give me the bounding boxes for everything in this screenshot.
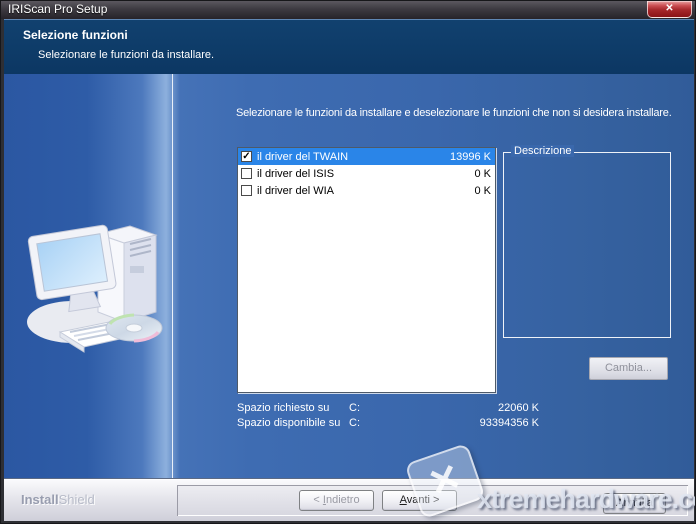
feature-size: 0 K <box>474 168 491 180</box>
space-required-label: Spazio richiesto su <box>237 402 349 414</box>
space-available-drive: C: <box>349 417 360 429</box>
change-button[interactable]: Cambia... <box>589 357 668 380</box>
checkbox-unchecked-icon[interactable] <box>241 168 252 179</box>
description-group-label: Descrizione <box>511 145 574 157</box>
feature-size: 0 K <box>474 185 491 197</box>
back-button[interactable]: < Indietro <box>299 490 374 511</box>
space-required-value: 22060 K <box>498 402 539 414</box>
back-button-prefix: < <box>313 494 322 506</box>
checkbox-checked-icon[interactable]: ✓ <box>241 151 252 162</box>
close-button[interactable]: ✕ <box>647 1 692 18</box>
installshield-brand: InstallShield <box>21 492 95 507</box>
page-title: Selezione funzioni <box>23 28 128 42</box>
computer-illustration-icon <box>18 204 172 366</box>
feature-listbox[interactable]: ✓ il driver del TWAIN 13996 K il driver … <box>237 147 496 393</box>
space-available-row: Spazio disponibile su C: 93394356 K <box>237 415 539 430</box>
feature-row-wia[interactable]: il driver del WIA 0 K <box>238 182 495 199</box>
wizard-header: Selezione funzioni Selezionare le funzio… <box>4 19 694 74</box>
space-required-drive: C: <box>349 402 360 414</box>
space-available-value: 93394356 K <box>480 417 539 429</box>
next-button-accel: A <box>400 494 407 506</box>
feature-row-isis[interactable]: il driver del ISIS 0 K <box>238 165 495 182</box>
titlebar[interactable]: IRIScan Pro Setup ✕ <box>1 1 696 19</box>
space-required-row: Spazio richiesto su C: 22060 K <box>237 400 539 415</box>
next-button-rest: vanti > <box>407 494 440 506</box>
feature-label: il driver del WIA <box>257 185 334 197</box>
feature-row-twain[interactable]: ✓ il driver del TWAIN 13996 K <box>238 148 495 165</box>
checkbox-unchecked-icon[interactable] <box>241 185 252 196</box>
setup-window: IRIScan Pro Setup ✕ Selezione funzioni S… <box>0 0 696 524</box>
window-title: IRIScan Pro Setup <box>8 2 107 16</box>
close-icon: ✕ <box>665 3 673 14</box>
space-available-label: Spazio disponibile su <box>237 417 349 429</box>
disk-space-info: Spazio richiesto su C: 22060 K Spazio di… <box>237 400 539 430</box>
wizard-body: Selezionare le funzioni da installare e … <box>4 74 694 478</box>
description-groupbox: Descrizione <box>503 152 671 338</box>
feature-label: il driver del ISIS <box>257 168 334 180</box>
instruction-text: Selezionare le funzioni da installare e … <box>236 107 688 119</box>
back-button-rest: ndietro <box>326 494 360 506</box>
wizard-footer: InstallShield < Indietro Avanti > Annull… <box>4 478 694 521</box>
feature-size: 13996 K <box>450 151 491 163</box>
brand-light: Shield <box>59 492 95 507</box>
page-subtitle: Selezionare le funzioni da installare. <box>38 49 214 61</box>
next-button[interactable]: Avanti > <box>382 490 457 511</box>
panel-divider <box>172 74 173 478</box>
brand-bold: Install <box>21 492 59 507</box>
cancel-button[interactable]: Annulla <box>603 493 666 514</box>
feature-label: il driver del TWAIN <box>257 151 348 163</box>
